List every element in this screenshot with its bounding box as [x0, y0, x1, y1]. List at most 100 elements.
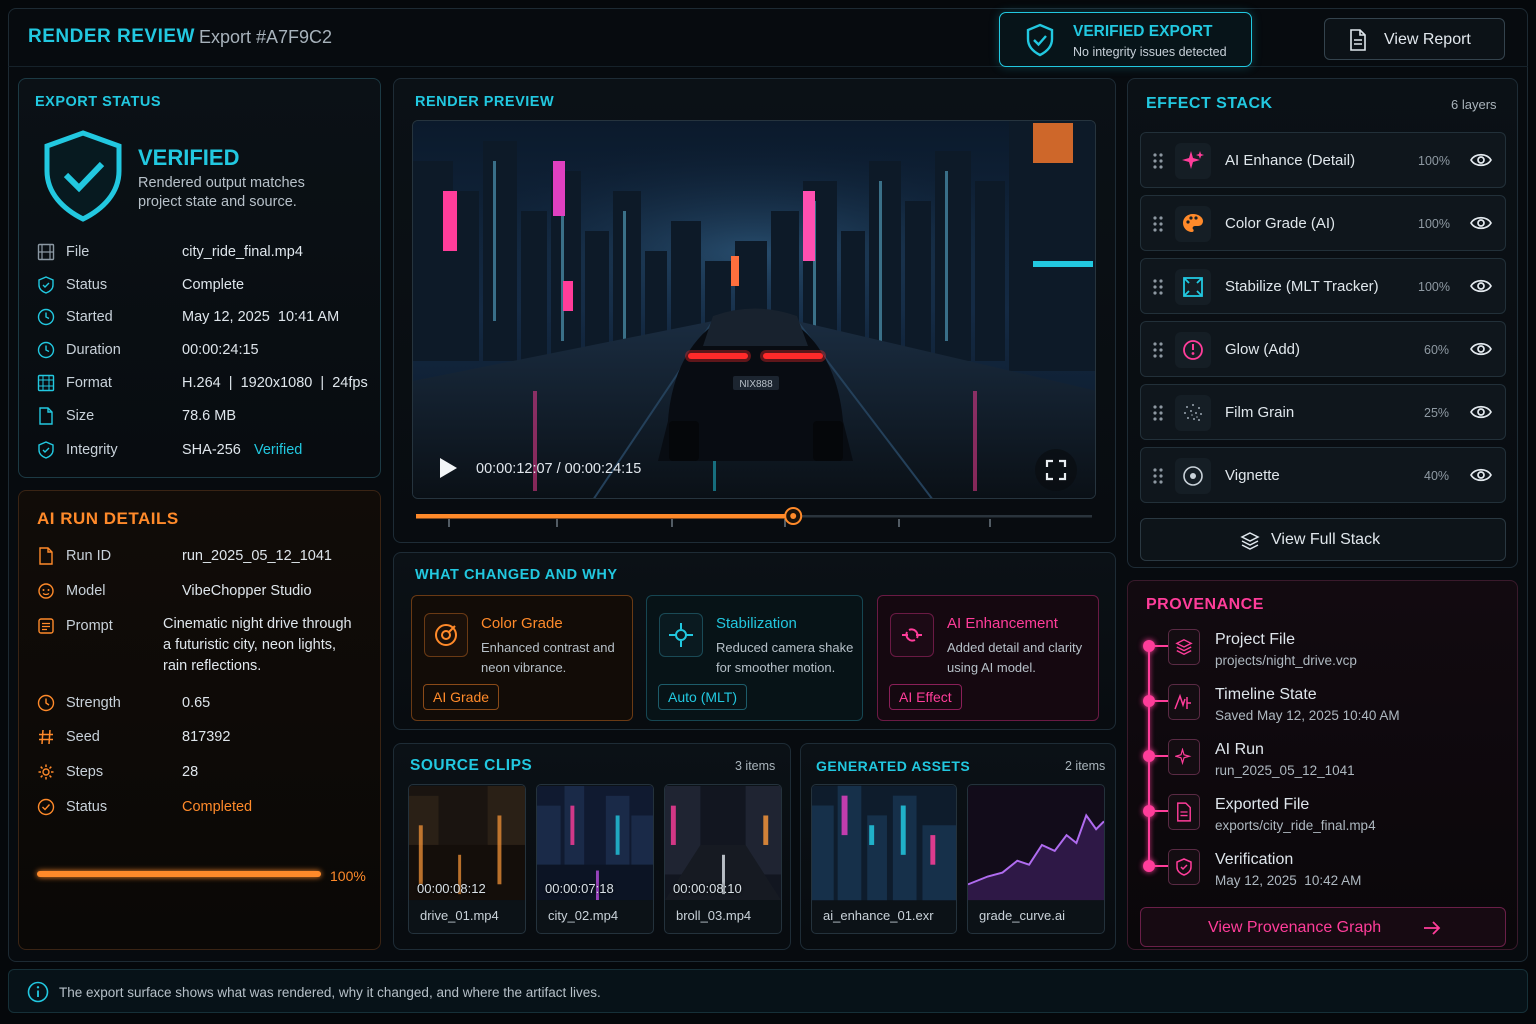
timeline-connector	[1155, 700, 1168, 702]
drag-handle-icon[interactable]	[1153, 467, 1163, 485]
ai-label-seed: Seed	[66, 729, 100, 745]
app-title: RENDER REVIEW	[28, 26, 195, 47]
view-provenance-graph-button[interactable]: View Provenance Graph	[1140, 907, 1506, 947]
header-divider	[8, 66, 1528, 67]
crosshair-icon	[669, 623, 693, 647]
badge-title: VERIFIED EXPORT	[1073, 23, 1213, 40]
ai-label-run-id: Run ID	[66, 548, 112, 564]
provenance-item-sub: projects/night_drive.vcp	[1215, 653, 1357, 668]
file-icon	[39, 547, 53, 565]
info-icon	[27, 981, 49, 1003]
status-value-format: H.264 | 1920x1080 | 24fps	[182, 375, 368, 391]
view-provenance-label: View Provenance Graph	[1208, 919, 1382, 936]
eye-icon[interactable]	[1470, 215, 1492, 231]
stabilization-icon-box	[659, 613, 703, 657]
eye-icon[interactable]	[1470, 278, 1492, 294]
play-button[interactable]	[437, 456, 459, 480]
glow-icon	[1175, 332, 1211, 368]
effect-stack-panel: EFFECT STACK 6 layers AI Enhance (Detail…	[1127, 78, 1518, 568]
ai-enhancement-desc: Added detail and clarity using AI model.	[947, 640, 1083, 675]
integrity-verified: Verified	[254, 442, 303, 458]
source-clip-2[interactable]: 00:00:07:18 city_02.mp4	[536, 784, 654, 934]
effect-layer[interactable]: Color Grade (AI) 100%	[1140, 195, 1506, 251]
clip-name: broll_03.mp4	[676, 908, 752, 923]
eye-icon[interactable]	[1470, 404, 1492, 420]
status-value-started: May 12, 2025 10:41 AM	[182, 309, 340, 325]
generated-assets-panel: GENERATED ASSETS 2 items ai_enhance_01.e…	[800, 743, 1116, 950]
source-clip-3[interactable]: 00:00:08:10 broll_03.mp4	[664, 784, 782, 934]
eye-icon[interactable]	[1470, 341, 1492, 357]
scrubber[interactable]	[412, 503, 1096, 533]
sparkle-icon	[1168, 739, 1200, 775]
ai-progress-fill	[37, 871, 321, 877]
eye-icon[interactable]	[1470, 467, 1492, 483]
status-label-size: Size	[66, 408, 95, 424]
provenance-item-project[interactable]: Project File projects/night_drive.vcp	[1128, 627, 1519, 677]
status-label-integrity: Integrity	[66, 442, 118, 458]
video-frame[interactable]: NIX888 00:00:12:07 / 00:00:24:15	[412, 120, 1096, 499]
shield-check-icon	[1168, 849, 1200, 885]
change-card-stabilization[interactable]: Stabilization Reduced camera shake for s…	[646, 595, 863, 721]
eye-icon[interactable]	[1470, 152, 1492, 168]
provenance-item-sub: May 12, 2025 10:42 AM	[1215, 873, 1362, 888]
badge-subtitle: No integrity issues detected	[1073, 45, 1227, 59]
drag-handle-icon[interactable]	[1153, 278, 1163, 296]
gauge-icon	[37, 694, 55, 712]
effect-opacity: 100%	[1418, 154, 1450, 168]
ai-row-run-id: Run ID run_2025_05_12_1041	[37, 547, 332, 565]
drag-handle-icon[interactable]	[1153, 341, 1163, 359]
effect-layer[interactable]: Stabilize (MLT Tracker) 100%	[1140, 258, 1506, 314]
drag-handle-icon[interactable]	[1153, 215, 1163, 233]
what-changed-title: WHAT CHANGED AND WHY	[415, 567, 618, 583]
view-report-button[interactable]: View Report	[1324, 18, 1505, 60]
footer-text: The export surface shows what was render…	[59, 985, 601, 1000]
drag-handle-icon[interactable]	[1153, 152, 1163, 170]
generated-asset-2[interactable]: grade_curve.ai	[967, 784, 1105, 934]
effect-name: Stabilize (MLT Tracker)	[1225, 278, 1379, 295]
effect-stack-count: 6 layers	[1451, 97, 1497, 112]
shield-check-icon	[1024, 23, 1056, 57]
file-icon	[39, 407, 53, 425]
verified-shield-icon	[41, 129, 125, 223]
effect-layer[interactable]: Glow (Add) 60%	[1140, 321, 1506, 377]
clock-icon	[37, 308, 55, 326]
effect-name: Film Grain	[1225, 404, 1295, 421]
color-grade-title: Color Grade	[481, 615, 563, 632]
clock-icon	[37, 341, 55, 359]
source-clip-1[interactable]: 00:00:08:12 drive_01.mp4	[408, 784, 526, 934]
ai-row-strength: Strength 0.65	[37, 694, 210, 712]
effect-opacity: 100%	[1418, 280, 1450, 294]
shield-check-icon	[38, 441, 54, 459]
timeline-dot	[1143, 640, 1155, 652]
change-card-ai-enhancement[interactable]: AI Enhancement Added detail and clarity …	[877, 595, 1099, 721]
generated-asset-1[interactable]: ai_enhance_01.exr	[811, 784, 957, 934]
fullscreen-icon	[1045, 459, 1067, 481]
ai-label-steps: Steps	[66, 764, 104, 780]
verified-state: VERIFIED	[138, 145, 240, 170]
provenance-item-ai-run[interactable]: AI Run run_2025_05_12_1041	[1128, 737, 1519, 787]
clip-name: city_02.mp4	[548, 908, 619, 923]
status-row-status: Status Complete	[37, 276, 244, 294]
timeline-connector	[1155, 810, 1168, 812]
verified-export-badge: VERIFIED EXPORT No integrity issues dete…	[999, 12, 1252, 67]
clip-name: drive_01.mp4	[420, 908, 499, 923]
video-image: NIX888	[413, 121, 1095, 498]
provenance-item-verification[interactable]: Verification May 12, 2025 10:42 AM	[1128, 847, 1519, 897]
ai-value-prompt-3: rain reflections.	[163, 658, 262, 674]
provenance-item-timeline[interactable]: Timeline State Saved May 12, 2025 10:40 …	[1128, 682, 1519, 732]
provenance-title: PROVENANCE	[1146, 596, 1264, 613]
fullscreen-button[interactable]	[1035, 449, 1077, 491]
effect-layer[interactable]: Vignette 40%	[1140, 447, 1506, 503]
asset-name: grade_curve.ai	[979, 908, 1065, 923]
effect-layer[interactable]: AI Enhance (Detail) 100%	[1140, 132, 1506, 188]
change-card-color-grade[interactable]: Color Grade Enhanced contrast and neon v…	[411, 595, 633, 721]
drag-handle-icon[interactable]	[1153, 404, 1163, 422]
gear-icon	[38, 764, 54, 780]
export-id: Export #A7F9C2	[199, 27, 333, 47]
view-full-stack-button[interactable]: View Full Stack	[1140, 518, 1506, 561]
link-icon	[902, 628, 922, 642]
clip-time: 00:00:07:18	[545, 881, 614, 896]
effect-layer[interactable]: Film Grain 25%	[1140, 384, 1506, 440]
provenance-item-exported[interactable]: Exported File exports/city_ride_final.mp…	[1128, 792, 1519, 842]
stabilization-title: Stabilization	[716, 615, 797, 632]
